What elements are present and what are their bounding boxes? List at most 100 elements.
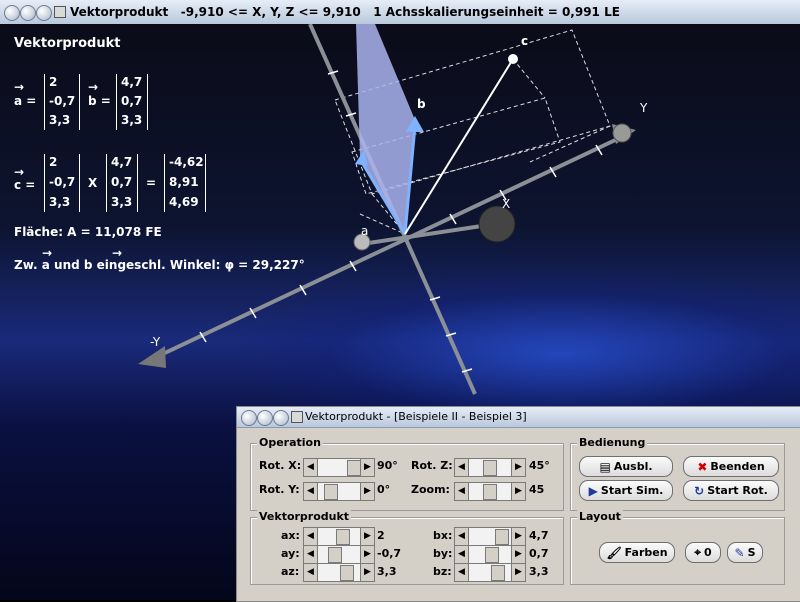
bz-left-arrow[interactable]: ◀	[455, 564, 469, 581]
rot-z-left-arrow[interactable]: ◀	[455, 459, 469, 476]
layout-group-title: Layout	[577, 510, 623, 523]
by-slider[interactable]: ◀ ▶	[454, 545, 526, 564]
rot-y-left-arrow[interactable]: ◀	[304, 483, 318, 500]
beenden-button[interactable]: ✖ Beenden	[683, 456, 779, 477]
maximize-button[interactable]	[36, 5, 52, 21]
x-axis-disc	[478, 205, 516, 243]
bz-slider-thumb[interactable]	[491, 565, 505, 581]
az-value: 3,3	[377, 565, 397, 578]
ausbl-button-label: Ausbl.	[613, 460, 653, 473]
az-label: az:	[281, 565, 300, 578]
overlay-heading: Vektorprodukt	[14, 36, 121, 51]
zoom-slider[interactable]: ◀ ▶	[454, 482, 526, 501]
rot-z-slider[interactable]: ◀ ▶	[454, 458, 526, 477]
window-menu-button[interactable]	[4, 5, 20, 21]
ay-label: ay:	[281, 547, 300, 560]
bz-right-arrow[interactable]: ▶	[511, 564, 525, 581]
bz-slider[interactable]: ◀ ▶	[454, 563, 526, 582]
bx-right-arrow[interactable]: ▶	[511, 528, 525, 545]
s-button-label: S	[747, 546, 756, 559]
by-label: by:	[433, 547, 453, 560]
ax-slider-thumb[interactable]	[336, 529, 350, 545]
c-y: 8,91	[169, 175, 199, 189]
az-right-arrow[interactable]: ▶	[360, 564, 374, 581]
ay-left-arrow[interactable]: ◀	[304, 546, 318, 563]
by-slider-thumb[interactable]	[485, 547, 499, 563]
ax-value: 2	[377, 529, 385, 542]
bx-slider-thumb[interactable]	[495, 529, 509, 545]
control-window-title: Vektorprodukt - [Beispiele II - Beispiel…	[305, 410, 527, 423]
y-axis-label: Y	[639, 101, 648, 115]
bedienung-group-title: Bedienung	[577, 436, 648, 449]
rot-x-slider-thumb[interactable]	[347, 460, 361, 476]
hide-icon: ▤	[599, 459, 611, 474]
control-maximize-button[interactable]	[273, 410, 289, 426]
bx-label: bx:	[433, 529, 453, 542]
farben-button[interactable]: 🖌 Farben	[599, 542, 675, 563]
ax-left-arrow[interactable]: ◀	[304, 528, 318, 545]
rot-x-value: 90°	[377, 459, 398, 472]
control-menu-button[interactable]	[241, 410, 257, 426]
rot-y-right-arrow[interactable]: ▶	[360, 483, 374, 500]
ausbl-button[interactable]: ▤ Ausbl.	[579, 456, 673, 477]
equals-sign: =	[146, 176, 157, 190]
start-rot-button-label: Start Rot.	[707, 484, 768, 497]
zoom-left-arrow[interactable]: ◀	[455, 483, 469, 500]
zoom-right-arrow[interactable]: ▶	[511, 483, 525, 500]
farben-button-label: Farben	[624, 546, 668, 559]
az-left-arrow[interactable]: ◀	[304, 564, 318, 581]
vector-a-label: a	[361, 224, 368, 238]
start-rot-button[interactable]: ↻ Start Rot.	[683, 480, 779, 501]
rot-x-right-arrow[interactable]: ▶	[360, 459, 374, 476]
cross-b-z: 3,3	[111, 195, 133, 209]
vector-b-matrix: 4,7 0,7 3,3	[116, 74, 148, 130]
b-z: 3,3	[121, 113, 143, 127]
crosshair-icon: ⌖	[694, 545, 702, 559]
rotate-icon: ↻	[694, 483, 705, 498]
a-x: 2	[49, 75, 58, 89]
vector-b-label: b =	[88, 94, 111, 108]
start-sim-button[interactable]: ▶ Start Sim.	[579, 480, 673, 501]
ay-right-arrow[interactable]: ▶	[360, 546, 374, 563]
vector-c-tip	[508, 54, 518, 64]
ay-slider[interactable]: ◀ ▶	[303, 545, 375, 564]
az-slider[interactable]: ◀ ▶	[303, 563, 375, 582]
cross-a-y: -0,7	[49, 175, 76, 189]
by-left-arrow[interactable]: ◀	[455, 546, 469, 563]
by-right-arrow[interactable]: ▶	[511, 546, 525, 563]
close-icon: ✖	[697, 459, 708, 474]
eraser-icon: ✎	[734, 545, 745, 560]
control-window: Vektorprodukt - [Beispiele II - Beispiel…	[236, 406, 800, 602]
rot-x-left-arrow[interactable]: ◀	[304, 459, 318, 476]
control-title-bar[interactable]: Vektorprodukt - [Beispiele II - Beispiel…	[237, 407, 800, 428]
minimize-button[interactable]	[20, 5, 36, 21]
vector-b-label: b	[417, 97, 426, 111]
b-y: 0,7	[121, 94, 143, 108]
ax-slider[interactable]: ◀ ▶	[303, 527, 375, 546]
vektorprodukt-group-title: Vektorprodukt	[257, 510, 352, 523]
operation-group-title: Operation	[257, 436, 323, 449]
bx-left-arrow[interactable]: ◀	[455, 528, 469, 545]
s-button[interactable]: ✎ S	[727, 542, 763, 563]
rot-y-value: 0°	[377, 483, 391, 496]
rot-y-slider-thumb[interactable]	[324, 484, 338, 500]
bx-value: 4,7	[529, 529, 549, 542]
ay-slider-thumb[interactable]	[328, 547, 342, 563]
az-slider-thumb[interactable]	[340, 565, 354, 581]
rot-x-slider[interactable]: ◀ ▶	[303, 458, 375, 477]
reset-origin-button[interactable]: ⌖ 0	[685, 542, 721, 563]
window-title: Vektorprodukt -9,910 <= X, Y, Z <= 9,910…	[70, 5, 620, 19]
beenden-button-label: Beenden	[710, 460, 765, 473]
vektorprodukt-group: Vektorprodukt ax: ◀ ▶ 2 ay: ◀ ▶ -0,7 az:…	[250, 510, 564, 585]
rot-y-slider[interactable]: ◀ ▶	[303, 482, 375, 501]
c-x: -4,62	[169, 155, 204, 169]
bx-slider[interactable]: ◀ ▶	[454, 527, 526, 546]
rot-z-right-arrow[interactable]: ▶	[511, 459, 525, 476]
vector-c-arrow: →	[14, 165, 25, 179]
zoom-slider-thumb[interactable]	[483, 484, 497, 500]
ax-right-arrow[interactable]: ▶	[360, 528, 374, 545]
zoom-label: Zoom:	[411, 483, 450, 496]
cross-b-matrix: 4,7 0,7 3,3	[106, 154, 138, 212]
control-minimize-button[interactable]	[257, 410, 273, 426]
rot-z-slider-thumb[interactable]	[483, 460, 497, 476]
